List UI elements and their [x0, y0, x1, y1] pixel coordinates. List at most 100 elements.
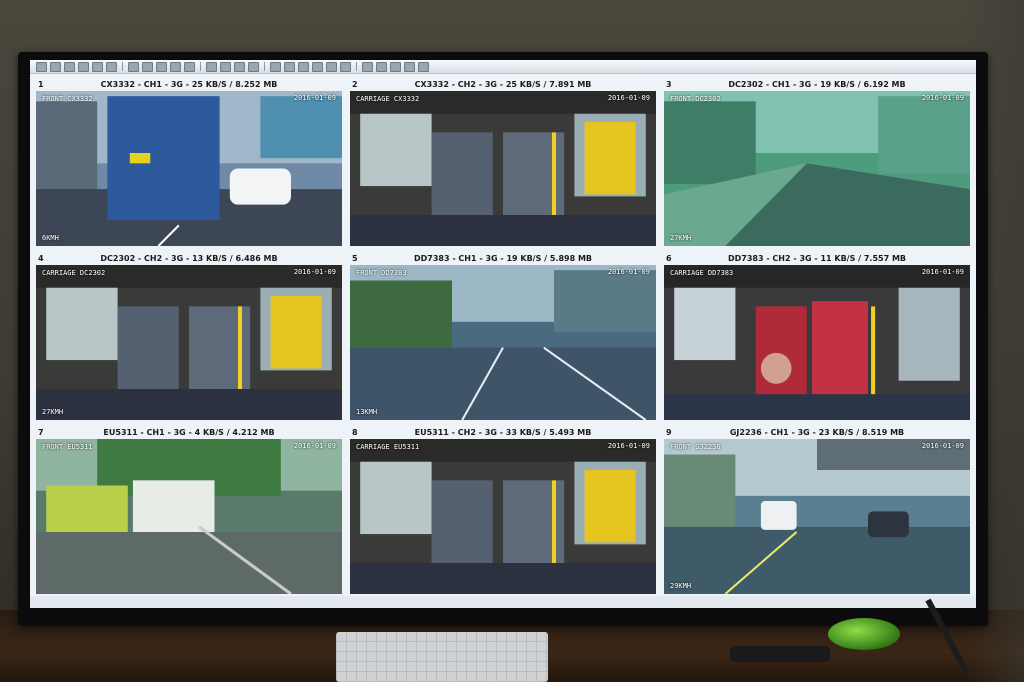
toolbar-separator — [122, 62, 123, 71]
toolbar-button[interactable] — [206, 61, 217, 72]
toolbar-button[interactable] — [340, 61, 351, 72]
camera-feed[interactable]: CARRIAGE DD7383 2016-01-09 — [664, 265, 970, 420]
camera-index: 7 — [38, 427, 44, 437]
camera-index: 4 — [38, 253, 44, 263]
osd-camera-label: CARRIAGE EU5311 — [356, 443, 420, 451]
toolbar-button[interactable] — [326, 61, 337, 72]
toolbar-button[interactable] — [404, 61, 415, 72]
toolbar — [30, 60, 976, 74]
camera-feed[interactable]: FRONT EU5311 2016-01-09 — [36, 439, 342, 594]
camera-feed-image — [350, 91, 656, 246]
osd-camera-label: CARRIAGE CX3332 — [356, 95, 420, 103]
camera-feed[interactable]: FRONT DC2302 2016-01-09 27KMH — [664, 91, 970, 246]
toolbar-button[interactable] — [234, 61, 245, 72]
osd-timestamp: 2016-01-09 — [607, 442, 650, 450]
osd-timestamp: 2016-01-09 — [293, 94, 336, 102]
camera-tile-7[interactable]: 7 EU5311 - CH1 - 3G - 4 KB/S / 4.212 MB … — [36, 426, 342, 594]
monitor: 1 CX3332 - CH1 - 3G - 25 KB/S / 8.252 MB… — [18, 52, 988, 626]
toolbar-separator — [264, 62, 265, 71]
camera-feed[interactable]: CARRIAGE EU5311 2016-01-09 — [350, 439, 656, 594]
camera-feed-image — [36, 91, 342, 246]
camera-title: CX3332 - CH1 - 3G - 25 KB/S / 8.252 MB — [100, 79, 278, 89]
camera-tile-5[interactable]: 5 DD7383 - CH1 - 3G - 19 KB/S / 5.898 MB… — [350, 252, 656, 420]
camera-index: 9 — [666, 427, 672, 437]
camera-index: 6 — [666, 253, 672, 263]
camera-tile-header: 9 GJ2236 - CH1 - 3G - 23 KB/S / 8.519 MB — [664, 426, 970, 438]
camera-tile-header: 3 DC2302 - CH1 - 3G - 19 KB/S / 6.192 MB — [664, 78, 970, 90]
toolbar-button[interactable] — [220, 61, 231, 72]
camera-feed-image — [36, 439, 342, 594]
camera-tile-header: 7 EU5311 - CH1 - 3G - 4 KB/S / 4.212 MB — [36, 426, 342, 438]
osd-timestamp: 2016-01-09 — [921, 94, 964, 102]
camera-tile-9[interactable]: 9 GJ2236 - CH1 - 3G - 23 KB/S / 8.519 MB… — [664, 426, 970, 594]
camera-grid: 1 CX3332 - CH1 - 3G - 25 KB/S / 8.252 MB… — [36, 78, 970, 594]
camera-index: 8 — [352, 427, 358, 437]
toolbar-button[interactable] — [92, 61, 103, 72]
osd-camera-label: CARRIAGE DC2302 — [42, 269, 106, 277]
osd-timestamp: 2016-01-09 — [607, 268, 650, 276]
toolbar-button[interactable] — [156, 61, 167, 72]
camera-feed-image — [664, 91, 970, 246]
osd-speed: 13KMH — [356, 408, 378, 416]
status-bar — [30, 596, 976, 608]
camera-title: DC2302 - CH2 - 3G - 13 KB/S / 6.486 MB — [100, 253, 278, 263]
camera-title: GJ2236 - CH1 - 3G - 23 KB/S / 8.519 MB — [729, 427, 905, 437]
toolbar-button[interactable] — [248, 61, 259, 72]
toolbar-button[interactable] — [418, 61, 429, 72]
osd-timestamp: 2016-01-09 — [921, 442, 964, 450]
camera-tile-1[interactable]: 1 CX3332 - CH1 - 3G - 25 KB/S / 8.252 MB… — [36, 78, 342, 246]
toolbar-button[interactable] — [376, 61, 387, 72]
camera-feed-image — [36, 265, 342, 420]
camera-tile-6[interactable]: 6 DD7383 - CH2 - 3G - 11 KB/S / 7.557 MB… — [664, 252, 970, 420]
camera-index: 2 — [352, 79, 358, 89]
camera-tile-header: 4 DC2302 - CH2 - 3G - 13 KB/S / 6.486 MB — [36, 252, 342, 264]
camera-title: DD7383 - CH2 - 3G - 11 KB/S / 7.557 MB — [727, 253, 907, 263]
camera-feed[interactable]: FRONT CX3332 2016-01-09 6KMH — [36, 91, 342, 246]
osd-timestamp: 2016-01-09 — [293, 442, 336, 450]
camera-tile-8[interactable]: 8 EU5311 - CH2 - 3G - 33 KB/S / 5.493 MB… — [350, 426, 656, 594]
toolbar-separator — [356, 62, 357, 71]
toolbar-button[interactable] — [270, 61, 281, 72]
camera-tile-3[interactable]: 3 DC2302 - CH1 - 3G - 19 KB/S / 6.192 MB… — [664, 78, 970, 246]
toolbar-button[interactable] — [50, 61, 61, 72]
toolbar-button[interactable] — [36, 61, 47, 72]
camera-title: DD7383 - CH1 - 3G - 19 KB/S / 5.898 MB — [413, 253, 593, 263]
toolbar-button[interactable] — [106, 61, 117, 72]
toolbar-button[interactable] — [142, 61, 153, 72]
toolbar-separator — [200, 62, 201, 71]
camera-index: 1 — [38, 79, 44, 89]
camera-index: 3 — [666, 79, 672, 89]
camera-feed[interactable]: CARRIAGE DC2302 2016-01-09 27KMH — [36, 265, 342, 420]
osd-speed: 29KMH — [670, 582, 692, 590]
dvr-software-window: 1 CX3332 - CH1 - 3G - 25 KB/S / 8.252 MB… — [30, 60, 976, 608]
camera-tile-header: 2 CX3332 - CH2 - 3G - 25 KB/S / 7.891 MB — [350, 78, 656, 90]
toolbar-button[interactable] — [128, 61, 139, 72]
camera-feed[interactable]: FRONT GJ2236 2016-01-09 29KMH — [664, 439, 970, 594]
camera-title: EU5311 - CH2 - 3G - 33 KB/S / 5.493 MB — [414, 427, 592, 437]
toolbar-button[interactable] — [298, 61, 309, 72]
camera-feed-image — [350, 265, 656, 420]
toolbar-button[interactable] — [64, 61, 75, 72]
keyboard — [336, 632, 548, 682]
camera-tile-header: 1 CX3332 - CH1 - 3G - 25 KB/S / 8.252 MB — [36, 78, 342, 90]
osd-camera-label: FRONT DC2302 — [670, 95, 721, 103]
toolbar-button[interactable] — [390, 61, 401, 72]
camera-title: CX3332 - CH2 - 3G - 25 KB/S / 7.891 MB — [414, 79, 592, 89]
camera-tile-2[interactable]: 2 CX3332 - CH2 - 3G - 25 KB/S / 7.891 MB… — [350, 78, 656, 246]
camera-feed[interactable]: FRONT DD7383 2016-01-09 13KMH — [350, 265, 656, 420]
camera-feed[interactable]: CARRIAGE CX3332 2016-01-09 — [350, 91, 656, 246]
camera-tile-header: 6 DD7383 - CH2 - 3G - 11 KB/S / 7.557 MB — [664, 252, 970, 264]
camera-tile-header: 5 DD7383 - CH1 - 3G - 19 KB/S / 5.898 MB — [350, 252, 656, 264]
toolbar-button[interactable] — [78, 61, 89, 72]
camera-tile-header: 8 EU5311 - CH2 - 3G - 33 KB/S / 5.493 MB — [350, 426, 656, 438]
osd-speed: 27KMH — [670, 234, 692, 242]
camera-title: DC2302 - CH1 - 3G - 19 KB/S / 6.192 MB — [728, 79, 906, 89]
toolbar-button[interactable] — [362, 61, 373, 72]
osd-camera-label: FRONT CX3332 — [42, 95, 93, 103]
camera-tile-4[interactable]: 4 DC2302 - CH2 - 3G - 13 KB/S / 6.486 MB… — [36, 252, 342, 420]
toolbar-button[interactable] — [284, 61, 295, 72]
toolbar-button[interactable] — [312, 61, 323, 72]
toolbar-button[interactable] — [170, 61, 181, 72]
toolbar-button[interactable] — [184, 61, 195, 72]
osd-timestamp: 2016-01-09 — [293, 268, 336, 276]
